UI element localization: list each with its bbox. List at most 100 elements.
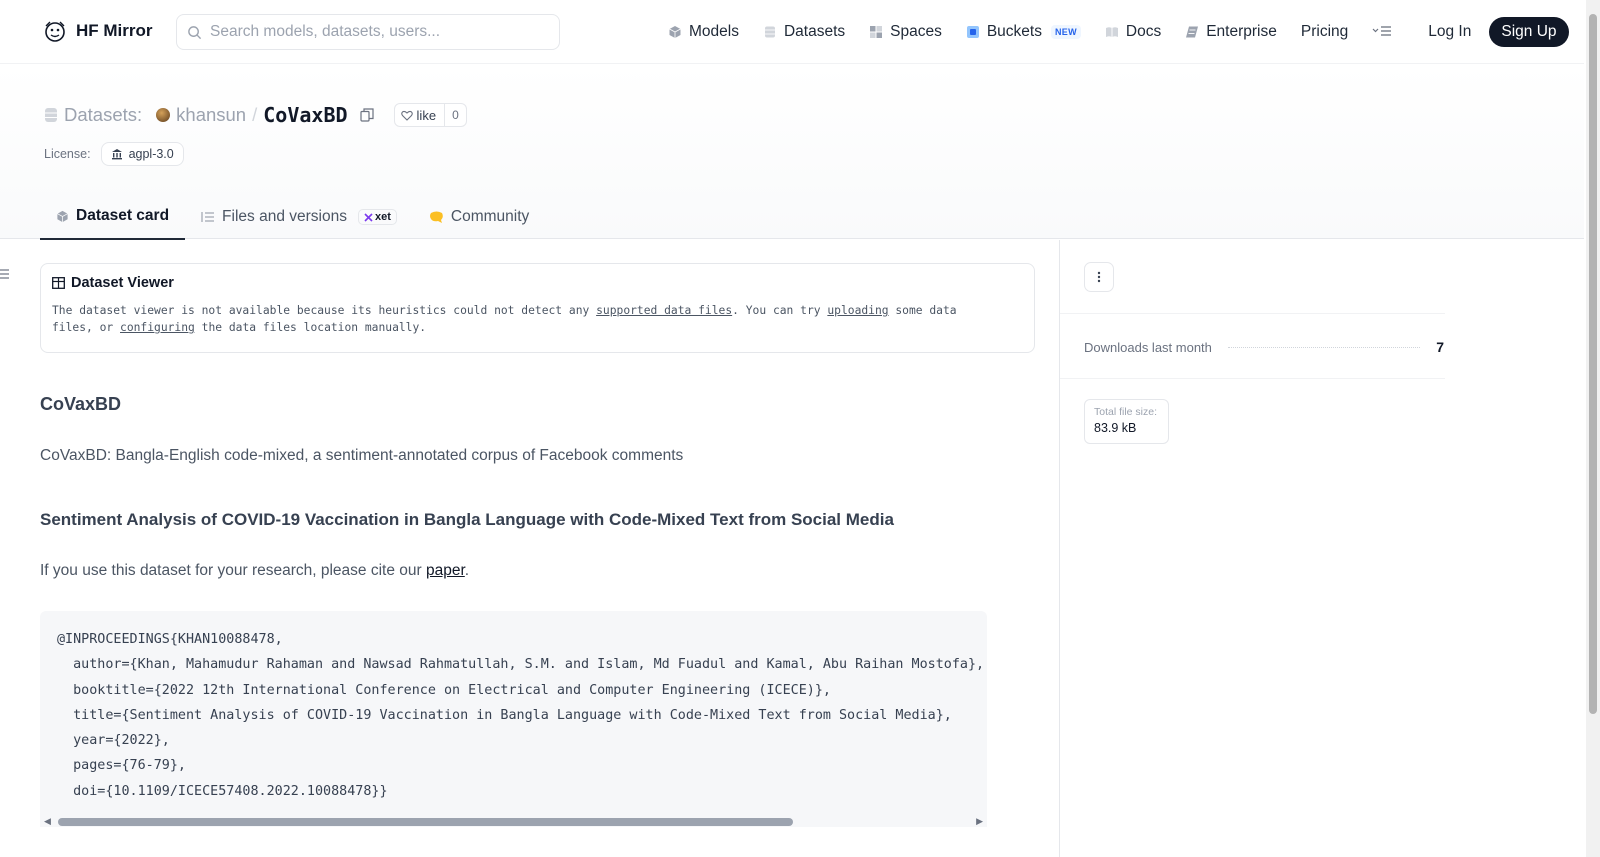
bucket-icon [966, 26, 979, 38]
cite-suffix: . [464, 562, 470, 579]
main-nav: Models Datasets Spaces Buckets NEW Docs … [668, 0, 1569, 64]
dataset-icon [45, 108, 57, 122]
uploading-link[interactable]: uploading [827, 304, 888, 317]
repo-tabs: Dataset card Files and versions xet Comm… [40, 194, 545, 240]
nav-enterprise-label: Enterprise [1206, 23, 1277, 40]
heart-icon [400, 110, 413, 121]
sidebar-divider [1060, 378, 1445, 379]
viewer-title: Dataset Viewer [71, 275, 174, 291]
path-separator: / [252, 104, 258, 125]
license-value: agpl-3.0 [128, 147, 174, 161]
xet-icon [364, 212, 373, 222]
more-options-button[interactable] [1084, 262, 1114, 292]
license-label: License: [44, 147, 91, 161]
tab-files-label: Files and versions [222, 208, 347, 225]
viewer-message: The dataset viewer is not available beca… [52, 303, 1023, 336]
file-size-card: Total file size: 83.9 kB [1084, 399, 1169, 444]
file-size-label: Total file size: [1094, 406, 1158, 418]
like-button[interactable]: like 0 [393, 103, 467, 127]
scroll-left-icon[interactable]: ◀ [44, 816, 51, 827]
kebab-icon [1097, 271, 1101, 283]
nav-docs-label: Docs [1125, 23, 1162, 40]
repo-name[interactable]: CoVaxBD [263, 103, 347, 127]
scroll-right-icon[interactable]: ▶ [976, 816, 983, 827]
brand-name: HF Mirror [76, 21, 153, 40]
cite-paragraph: If you use this dataset for your researc… [40, 562, 469, 580]
repo-type-label: Datasets: [64, 104, 143, 125]
configuring-link[interactable]: configuring [120, 321, 195, 334]
top-navbar: HF Mirror Models Datasets Spaces Buckets… [0, 0, 1584, 64]
search-box[interactable] [176, 14, 560, 50]
tab-dataset-card[interactable]: Dataset card [40, 194, 186, 240]
card-subheading: Sentiment Analysis of COVID-19 Vaccinati… [40, 510, 894, 529]
search-input[interactable] [210, 23, 540, 41]
tab-community-label: Community [450, 208, 530, 225]
card-heading: CoVaxBD [40, 394, 122, 414]
files-icon [201, 212, 215, 222]
nav-buckets[interactable]: Buckets NEW [966, 23, 1081, 41]
nav-spaces[interactable]: Spaces [869, 23, 942, 41]
new-badge: NEW [1050, 25, 1081, 39]
bibtex-code: @INPROCEEDINGS{KHAN10088478, author={Kha… [57, 632, 985, 799]
nav-docs[interactable]: Docs [1105, 23, 1161, 41]
signup-button[interactable]: Sign Up [1489, 17, 1569, 47]
code-scroll-thumb[interactable] [58, 818, 793, 826]
viewer-text-3: some data [888, 304, 957, 317]
repo-title-row: Datasets: khansun / CoVaxBD like 0 [44, 100, 467, 130]
tab-community[interactable]: Community [413, 194, 545, 240]
viewer-text-5: the data files location manually. [194, 320, 427, 334]
nav-buckets-label: Buckets [986, 23, 1042, 40]
nav-models[interactable]: Models [668, 23, 739, 41]
more-menu-icon[interactable] [1372, 24, 1392, 40]
cite-prefix: If you use this dataset for your researc… [40, 562, 426, 579]
grid-icon [870, 26, 883, 38]
book-icon [1105, 27, 1118, 37]
table-icon [52, 277, 65, 289]
copy-icon[interactable] [359, 108, 374, 122]
owner-avatar [156, 108, 171, 122]
toc-toggle-icon[interactable] [0, 268, 9, 282]
brand-link[interactable]: HF Mirror [42, 18, 153, 44]
nav-pricing[interactable]: Pricing [1301, 23, 1348, 41]
community-icon [429, 211, 443, 223]
dataset-viewer-notice: Dataset Viewer The dataset viewer is not… [40, 263, 1035, 353]
login-link[interactable]: Log In [1428, 23, 1471, 41]
like-label: like [416, 107, 437, 123]
paper-link[interactable]: paper [426, 562, 465, 579]
page-vertical-scrollbar[interactable] [1586, 0, 1600, 857]
right-column-divider [1059, 240, 1060, 857]
bibtex-code-block: @INPROCEEDINGS{KHAN10088478, author={Kha… [40, 611, 987, 826]
owner-link[interactable]: khansun [176, 104, 246, 126]
hf-logo-icon [45, 21, 65, 42]
code-horizontal-scrollbar[interactable]: ◀ ▶ [40, 815, 987, 827]
page-scroll-thumb[interactable] [1589, 14, 1597, 714]
supported-data-files-link[interactable]: supported data files [596, 304, 732, 317]
downloads-sparkline [1227, 346, 1421, 348]
nav-spaces-label: Spaces [890, 23, 942, 40]
viewer-text-4: files, or [52, 320, 121, 334]
tab-dataset-card-label: Dataset card [76, 207, 170, 224]
nav-models-label: Models [689, 23, 739, 40]
license-row: License: agpl-3.0 [44, 142, 184, 166]
xet-label: xet [374, 211, 391, 223]
cube-icon [669, 26, 681, 38]
nav-datasets[interactable]: Datasets [763, 23, 845, 41]
viewer-text-2: . You can try [732, 304, 828, 317]
tab-files-and-versions[interactable]: Files and versions xet [185, 194, 413, 240]
like-label-wrap: like [395, 104, 446, 126]
cube-icon [57, 210, 68, 222]
downloads-value: 7 [1436, 339, 1444, 355]
search-icon [188, 25, 202, 39]
file-size-value: 83.9 kB [1094, 421, 1137, 435]
like-count: 0 [452, 108, 459, 122]
scale-icon [111, 149, 122, 160]
downloads-label: Downloads last month [1084, 339, 1212, 355]
nav-enterprise[interactable]: Enterprise [1185, 23, 1277, 41]
nav-datasets-label: Datasets [783, 23, 846, 40]
license-tag[interactable]: agpl-3.0 [100, 142, 184, 166]
sidebar-divider [1060, 313, 1445, 314]
card-intro: CoVaxBD: Bangla-English code-mixed, a se… [40, 447, 684, 464]
database-icon [764, 26, 775, 38]
nav-pricing-label: Pricing [1300, 23, 1349, 40]
xet-badge: xet [357, 209, 397, 225]
